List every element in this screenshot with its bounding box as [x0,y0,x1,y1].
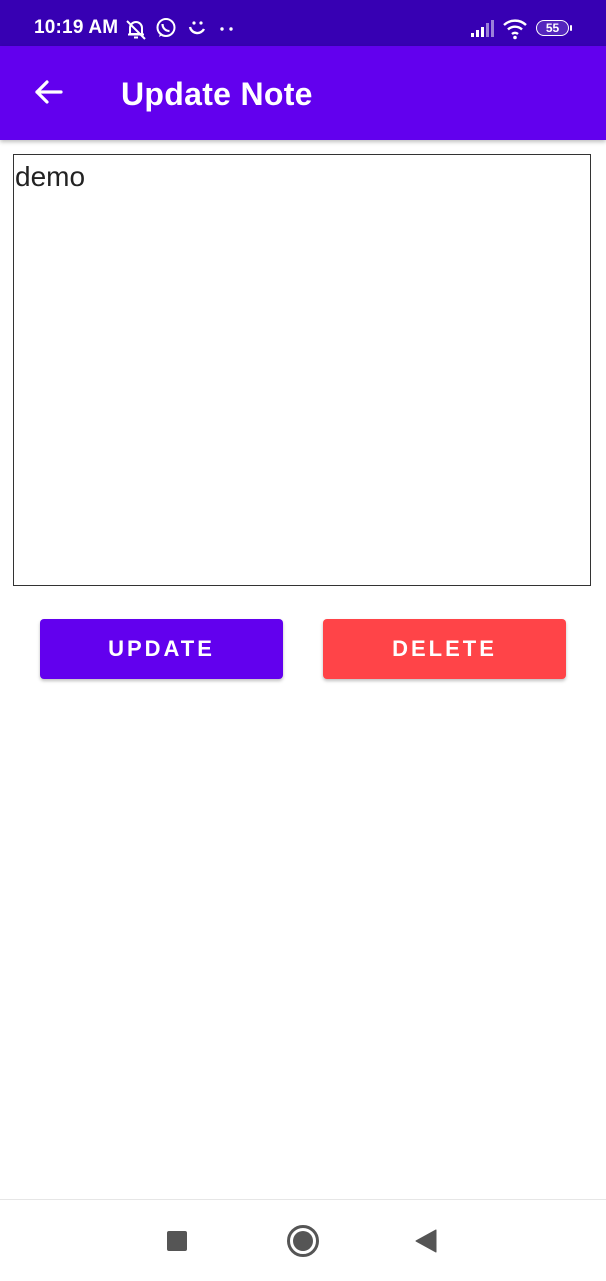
status-time: 10:19 AM [34,17,119,38]
battery-level: 55 [545,21,560,35]
app-bar: Update Note [0,46,606,140]
navigation-bar [0,1199,606,1281]
delete-button[interactable]: DELETE [323,619,566,679]
note-text-input[interactable]: demo [13,154,591,586]
smile-notification-icon [188,21,206,35]
back-triangle-icon[interactable] [414,1229,438,1253]
signal-icon [471,20,494,37]
home-circle-icon[interactable] [286,1224,320,1258]
back-button[interactable] [24,68,72,116]
page-title: Update Note [121,76,313,112]
more-dots-icon [220,27,233,31]
whatsapp-icon [156,18,176,37]
status-bar: 10:19 AM 55 [0,0,606,46]
battery-icon: 55 [536,20,572,38]
alarm-off-icon [126,20,146,40]
wifi-icon [503,19,527,40]
recents-square-icon[interactable] [166,1230,188,1252]
arrow-left-icon [35,80,63,104]
update-button[interactable]: UPDATE [40,619,283,679]
